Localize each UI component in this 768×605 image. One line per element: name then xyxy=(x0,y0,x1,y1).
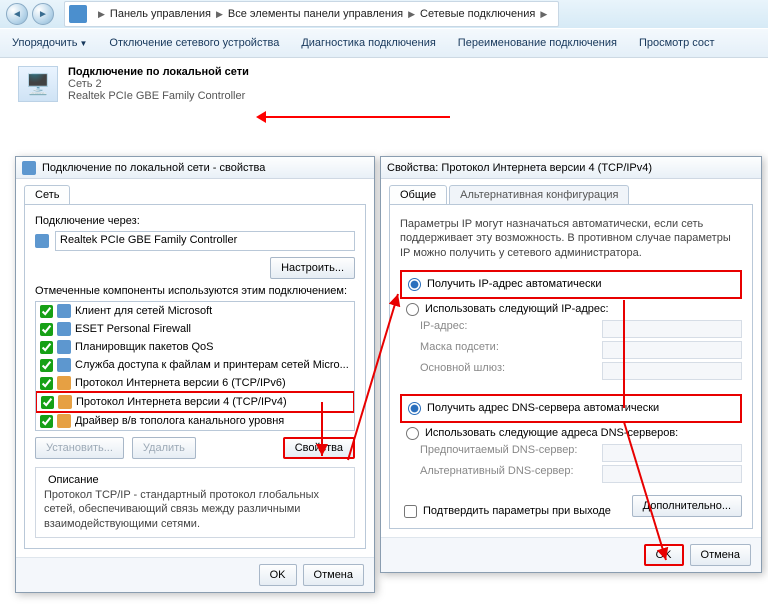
ip-manual-radio[interactable]: Использовать следующий IP-адрес: xyxy=(406,303,742,316)
confirm-checkbox[interactable]: Подтвердить параметры при выходе xyxy=(404,505,611,518)
tab-network[interactable]: Сеть xyxy=(24,185,70,204)
disable-device-button[interactable]: Отключение сетевого устройства xyxy=(109,37,279,49)
connect-via-label: Подключение через: xyxy=(35,215,355,227)
breadcrumb-item[interactable]: Сетевые подключения xyxy=(420,8,535,20)
client-icon xyxy=(57,304,71,318)
tab-general[interactable]: Общие xyxy=(389,185,447,204)
adapter-icon xyxy=(35,234,49,248)
list-item: Драйвер в/в тополога канального уровня xyxy=(36,412,354,430)
dns-auto-radio[interactable]: Получить адрес DNS-сервера автоматически xyxy=(408,402,740,415)
connection-item[interactable]: 🖥️ Подключение по локальной сети Сеть 2 … xyxy=(18,66,768,102)
dns-pref-field xyxy=(602,444,742,462)
nav-forward-button[interactable]: ► xyxy=(32,3,54,25)
list-item: Планировщик пакетов QoS xyxy=(36,338,354,356)
list-item: Протокол Интернета версии 6 (TCP/IPv6) xyxy=(36,374,354,392)
gateway-label: Основной шлюз: xyxy=(420,362,505,380)
ip-address-field xyxy=(602,320,742,338)
cancel-button[interactable]: Отмена xyxy=(690,544,751,566)
breadcrumb-item[interactable]: Панель управления xyxy=(110,8,211,20)
configure-button[interactable]: Настроить... xyxy=(270,257,355,279)
list-item: Ответчик обнаружения топологии канальног… xyxy=(36,430,354,431)
ipv6-icon xyxy=(57,376,71,390)
remove-button[interactable]: Удалить xyxy=(132,437,196,459)
cancel-button[interactable]: Отмена xyxy=(303,564,364,586)
lltd-icon xyxy=(57,414,71,428)
list-item-ipv4: Протокол Интернета версии 4 (TCP/IPv4) xyxy=(35,391,355,413)
advanced-button[interactable]: Дополнительно... xyxy=(632,495,742,517)
dns-manual-radio[interactable]: Использовать следующие адреса DNS-сервер… xyxy=(406,427,742,440)
description-title: Описание xyxy=(44,474,103,486)
connection-icon: 🖥️ xyxy=(18,66,58,102)
network-icon xyxy=(22,161,36,175)
connection-network: Сеть 2 xyxy=(68,78,102,90)
ipv4-intro: Параметры IP могут назначаться автоматич… xyxy=(400,217,742,260)
network-icon xyxy=(69,5,87,23)
breadcrumb[interactable]: ▶ Панель управления ▶ Все элементы панел… xyxy=(64,1,559,27)
ok-button[interactable]: OK xyxy=(644,544,684,566)
dialog-title: Свойства: Протокол Интернета версии 4 (T… xyxy=(381,157,761,179)
ip-address-label: IP-адрес: xyxy=(420,320,467,338)
tab-alternative[interactable]: Альтернативная конфигурация xyxy=(449,185,629,204)
nav-back-button[interactable]: ◄ xyxy=(6,3,28,25)
dialog-title: Подключение по локальной сети - свойства xyxy=(16,157,374,179)
ipv4-properties-dialog: Свойства: Протокол Интернета версии 4 (T… xyxy=(380,156,762,573)
gateway-field xyxy=(602,362,742,380)
list-item: ESET Personal Firewall xyxy=(36,320,354,338)
install-button[interactable]: Установить... xyxy=(35,437,124,459)
ipv4-icon xyxy=(58,395,72,409)
firewall-icon xyxy=(57,322,71,336)
mask-field xyxy=(602,341,742,359)
qos-icon xyxy=(57,340,71,354)
diagnose-button[interactable]: Диагностика подключения xyxy=(301,37,435,49)
dns-pref-label: Предпочитаемый DNS-сервер: xyxy=(420,444,577,462)
organize-menu[interactable]: Упорядочить▼ xyxy=(12,37,87,49)
dns-alt-field xyxy=(602,465,742,483)
breadcrumb-item[interactable]: Все элементы панели управления xyxy=(228,8,403,20)
connection-adapter: Realtek PCIe GBE Family Controller xyxy=(68,90,245,102)
ip-auto-radio[interactable]: Получить IP-адрес автоматически xyxy=(408,278,740,291)
components-list[interactable]: Клиент для сетей Microsoft ESET Personal… xyxy=(35,301,355,431)
toolbar: Упорядочить▼ Отключение сетевого устройс… xyxy=(0,28,768,58)
properties-button[interactable]: Свойства xyxy=(283,437,355,459)
connection-properties-dialog: Подключение по локальной сети - свойства… xyxy=(15,156,375,593)
list-item: Служба доступа к файлам и принтерам сете… xyxy=(36,356,354,374)
mask-label: Маска подсети: xyxy=(420,341,499,359)
ok-button[interactable]: OK xyxy=(259,564,297,586)
view-status-button[interactable]: Просмотр сост xyxy=(639,37,715,49)
annotation-arrow xyxy=(260,116,450,118)
dns-alt-label: Альтернативный DNS-сервер: xyxy=(420,465,574,483)
fileshare-icon xyxy=(57,358,71,372)
description-text: Протокол TCP/IP - стандартный протокол г… xyxy=(44,488,346,531)
adapter-field: Realtek PCIe GBE Family Controller xyxy=(55,231,355,251)
connection-name: Подключение по локальной сети xyxy=(68,66,249,78)
components-label: Отмеченные компоненты используются этим … xyxy=(35,285,355,297)
rename-button[interactable]: Переименование подключения xyxy=(458,37,617,49)
list-item: Клиент для сетей Microsoft xyxy=(36,302,354,320)
